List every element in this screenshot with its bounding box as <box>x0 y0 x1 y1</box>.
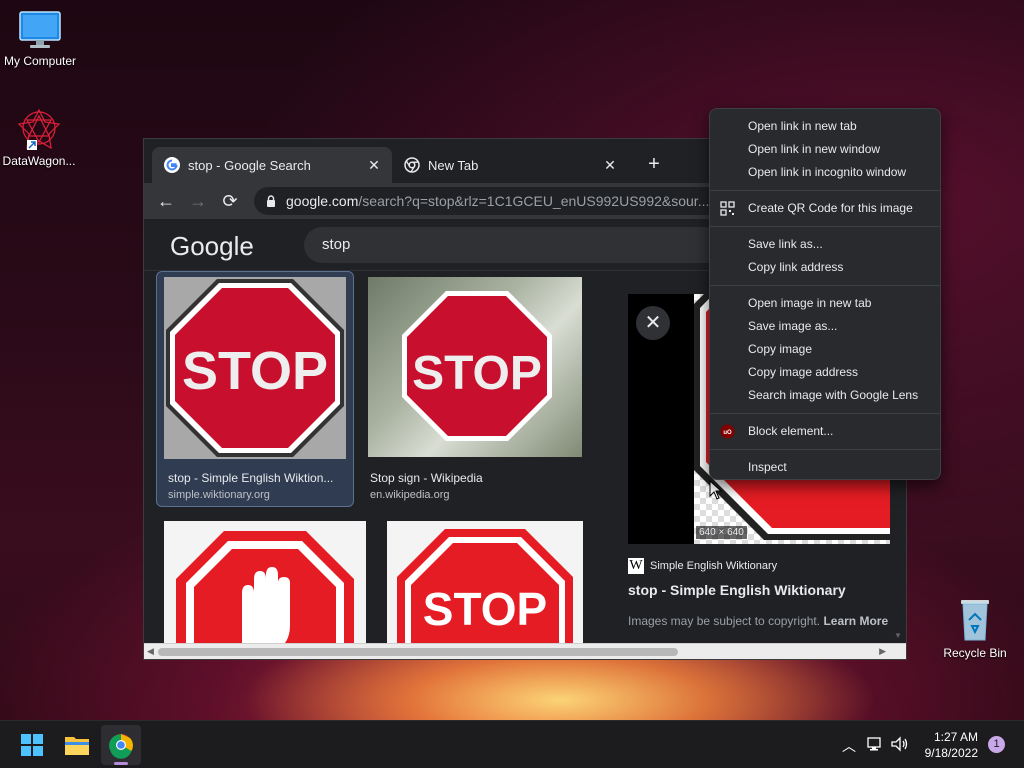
file-explorer-button[interactable] <box>57 725 97 765</box>
stop-sign-text: STOP <box>412 347 542 400</box>
tab-title: stop - Google Search <box>188 157 311 173</box>
close-preview-button[interactable]: ✕ <box>636 306 670 340</box>
stop-sign-image: STOP <box>402 291 552 441</box>
menu-inspect[interactable]: Inspect <box>710 456 940 479</box>
menu-separator <box>710 449 940 450</box>
clock-date: 9/18/2022 <box>924 746 978 760</box>
menu-save-link-as[interactable]: Save link as... <box>710 233 940 256</box>
menu-item-label: Block element... <box>748 424 834 438</box>
stop-hand-sign-image <box>176 531 354 645</box>
taskbar: ︿ 1:27 AM 9/18/2022 <box>0 720 1024 768</box>
menu-separator <box>710 413 940 414</box>
result-thumbnail[interactable]: STOP <box>164 277 346 459</box>
copyright-notice: Images may be subject to copyright. Lear… <box>628 614 888 628</box>
image-dimensions: 640 × 640 <box>696 526 747 539</box>
stop-sign-text: STOP <box>182 341 328 401</box>
preview-title[interactable]: stop - Simple English Wiktionary <box>628 582 846 598</box>
menu-separator <box>710 190 940 191</box>
menu-copy-image-address[interactable]: Copy image address <box>710 361 940 384</box>
chevron-up-icon[interactable]: ︿ <box>842 736 856 756</box>
stop-sign-image: STOP <box>397 529 573 645</box>
result-thumbnail[interactable]: STOP <box>387 521 583 645</box>
preview-source[interactable]: W Simple English Wiktionary <box>628 558 777 574</box>
ublock-origin-icon: uO <box>720 424 735 439</box>
result-title[interactable]: Stop sign - Wikipedia <box>370 471 483 485</box>
result-site: simple.wiktionary.org <box>168 489 270 501</box>
vertical-scroll-arrow-icon[interactable]: ▼ <box>894 631 904 641</box>
folder-icon <box>65 737 89 755</box>
forward-button[interactable]: → <box>186 189 210 213</box>
menu-open-link-new-window[interactable]: Open link in new window <box>710 138 940 161</box>
menu-save-image-as[interactable]: Save image as... <box>710 315 940 338</box>
desktop-icon-label: My Computer <box>3 54 77 68</box>
menu-separator <box>710 285 940 286</box>
scrollbar-thumb[interactable] <box>158 648 678 656</box>
menu-search-google-lens[interactable]: Search image with Google Lens <box>710 384 940 407</box>
scroll-left-icon[interactable]: ◀ <box>147 646 154 657</box>
notification-badge[interactable]: 1 <box>988 736 1005 753</box>
learn-more-link[interactable]: Learn More <box>823 614 888 628</box>
new-tab-button[interactable]: + <box>642 153 666 177</box>
stop-sign-image: STOP <box>166 279 344 457</box>
google-favicon-icon <box>164 157 180 173</box>
stop-sign-text: STOP <box>423 583 547 635</box>
tab-title: New Tab <box>428 157 479 173</box>
qr-code-icon <box>720 201 735 216</box>
google-logo[interactable]: Google <box>170 231 254 262</box>
preview-source-name: Simple English Wiktionary <box>650 560 778 572</box>
desktop-icon-datawagon[interactable]: DataWagon... <box>0 106 79 168</box>
desktop-icon-label: DataWagon... <box>2 154 76 168</box>
network-icon[interactable] <box>866 735 884 753</box>
desktop-icon-my-computer[interactable]: My Computer <box>0 10 80 68</box>
horizontal-scrollbar[interactable]: ◀ ▶ <box>144 643 906 659</box>
volume-icon[interactable] <box>890 735 910 753</box>
menu-copy-link-address[interactable]: Copy link address <box>710 256 940 279</box>
clock-time: 1:27 AM <box>933 730 978 744</box>
system-clock[interactable]: 1:27 AM 9/18/2022 <box>925 729 978 761</box>
close-tab-icon[interactable]: ✕ <box>602 157 618 173</box>
image-result[interactable] <box>164 521 366 645</box>
menu-item-label: Create QR Code for this image <box>748 201 913 215</box>
image-result[interactable]: STOP Stop sign - Wikipedia en.wikipedia.… <box>368 277 582 503</box>
monitor-icon <box>19 11 61 48</box>
active-app-indicator <box>114 762 128 765</box>
desktop-icon-label: Recycle Bin <box>943 646 1007 660</box>
windows-logo-icon <box>21 734 43 756</box>
result-site: en.wikipedia.org <box>370 489 450 501</box>
image-result[interactable]: STOP stop - Simple English Wiktion... si… <box>164 277 346 503</box>
search-input[interactable]: stop <box>304 227 724 263</box>
start-button[interactable] <box>12 725 52 765</box>
desktop-icon-recycle-bin[interactable]: Recycle Bin <box>935 596 1015 660</box>
copyright-text: Images may be subject to copyright. <box>628 614 821 628</box>
url-path: /search?q=stop&rlz=1C1GCEU_enUS992US992&… <box>358 193 710 209</box>
url-host: google.com <box>286 193 359 209</box>
tab-new-tab[interactable]: New Tab ✕ <box>392 147 628 183</box>
chrome-favicon-icon <box>404 157 420 173</box>
menu-open-link-new-tab[interactable]: Open link in new tab <box>710 115 940 138</box>
menu-copy-image[interactable]: Copy image <box>710 338 940 361</box>
menu-create-qr-code[interactable]: Create QR Code for this image <box>710 197 940 220</box>
menu-block-element[interactable]: uO Block element... <box>710 420 940 443</box>
close-tab-icon[interactable]: ✕ <box>366 157 382 173</box>
mouse-cursor-icon <box>709 480 723 500</box>
reload-button[interactable]: ⟳ <box>218 189 242 213</box>
datawagon-logo-icon <box>17 108 61 150</box>
lock-icon <box>267 194 275 207</box>
recycle-bin-icon <box>961 600 989 641</box>
menu-open-image-new-tab[interactable]: Open image in new tab <box>710 292 940 315</box>
result-title[interactable]: stop - Simple English Wiktion... <box>168 471 333 485</box>
menu-open-link-incognito[interactable]: Open link in incognito window <box>710 161 940 184</box>
chrome-icon <box>109 734 133 759</box>
image-result[interactable]: STOP <box>387 521 583 645</box>
result-thumbnail[interactable] <box>164 521 366 645</box>
result-thumbnail[interactable]: STOP <box>368 277 582 457</box>
back-button[interactable]: ← <box>154 189 178 213</box>
wiktionary-favicon-icon: W <box>628 558 644 574</box>
scroll-right-icon[interactable]: ▶ <box>879 646 886 657</box>
menu-separator <box>710 226 940 227</box>
chrome-taskbar-button[interactable] <box>101 725 141 765</box>
svg-text:uO: uO <box>723 430 732 436</box>
tab-google-search[interactable]: stop - Google Search ✕ <box>152 147 392 183</box>
context-menu: Open link in new tab Open link in new wi… <box>709 108 941 480</box>
